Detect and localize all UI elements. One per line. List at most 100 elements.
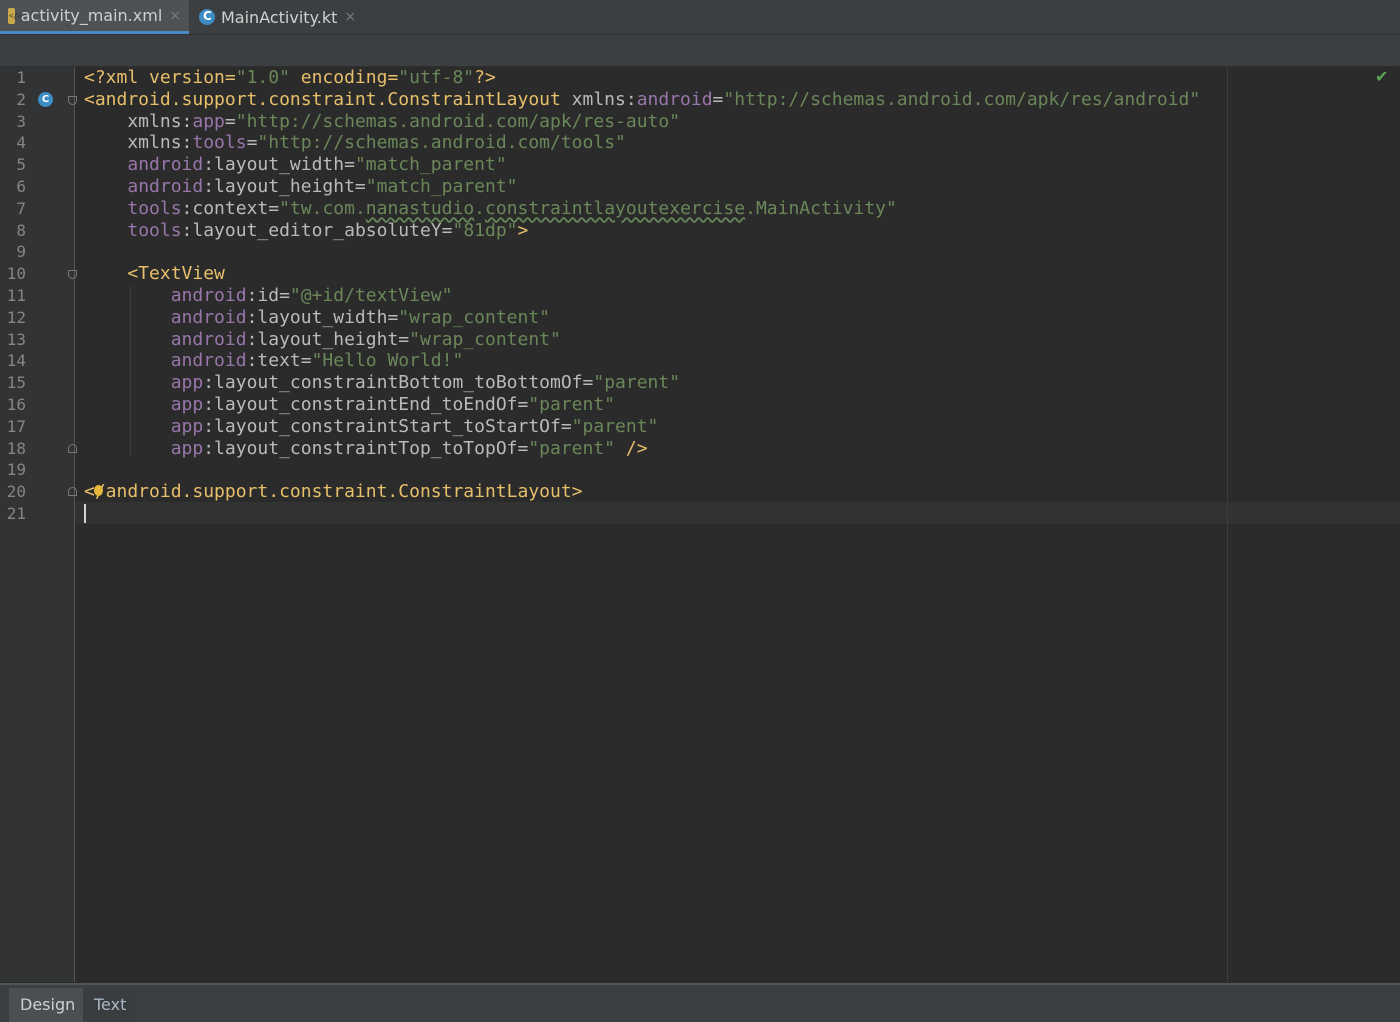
code-token: "Hello World!"	[311, 350, 464, 372]
code-token: "wrap_content"	[409, 328, 561, 350]
code-token: ?>	[474, 67, 496, 88]
close-icon[interactable]: ×	[344, 9, 356, 25]
code-line: app:layout_constraintStart_toStartOf="pa…	[84, 415, 659, 438]
code-token: :layout_editor_absoluteY=	[181, 219, 453, 241]
current-line-highlight	[75, 502, 1400, 524]
line-number: 18	[6, 438, 26, 458]
code-token: :text=	[246, 350, 312, 372]
code-token: "81dp"	[452, 219, 518, 241]
line-number: 19	[6, 460, 26, 480]
code-token: "parent"	[593, 372, 681, 394]
code-token: :layout_constraintStart_toStartOf=	[203, 415, 572, 437]
line-number: 17	[6, 416, 26, 436]
tab-main-activity-kt[interactable]: MainActivity.kt ×	[191, 0, 364, 34]
code-line: tools:layout_editor_absoluteY="81dp">	[84, 220, 528, 242]
code-line: android:layout_height="wrap_content"	[84, 329, 561, 351]
code-token: nanastudio	[365, 197, 475, 219]
class-gutter-icon[interactable]: C	[38, 92, 53, 107]
code-token: "wrap_content"	[398, 306, 550, 328]
code-token: >	[517, 219, 529, 241]
code-token: .	[474, 197, 486, 219]
code-token: "utf-8"	[398, 67, 475, 88]
right-margin-guide	[1227, 67, 1228, 982]
kotlin-class-icon	[199, 9, 215, 25]
code-token: </android.support.constraint.ConstraintL…	[84, 481, 583, 503]
code-token: "parent"	[528, 394, 616, 415]
breadcrumb-bar	[0, 35, 1400, 67]
tab-design[interactable]: Design	[9, 988, 87, 1022]
code-line: android:layout_width="match_parent"	[84, 154, 507, 176]
lightbulb-icon[interactable]	[94, 485, 103, 496]
line-number: 16	[6, 395, 26, 414]
code-token: />	[615, 437, 648, 459]
code-line: app:layout_constraintEnd_toEndOf="parent…	[84, 394, 615, 416]
code-line: xmlns:tools="http://schemas.android.com/…	[84, 132, 626, 154]
line-number: 8	[16, 220, 26, 240]
code-token: :layout_width=	[203, 154, 355, 176]
code-token: "match_parent"	[354, 154, 507, 176]
line-number: 15	[6, 373, 26, 393]
code-token: "parent"	[571, 415, 659, 437]
code-token: android	[127, 154, 204, 176]
code-line: <TextView	[84, 263, 225, 285]
code-token: tools	[127, 197, 182, 219]
code-token: android	[127, 176, 204, 197]
code-token: android	[170, 328, 247, 350]
line-number: 21	[6, 504, 26, 523]
code-token: <TextView	[84, 263, 225, 285]
line-number: 6	[16, 177, 26, 196]
code-line: <android.support.constraint.ConstraintLa…	[84, 89, 1200, 111]
xml-file-icon	[8, 7, 21, 24]
code-token: "tw.com.	[279, 197, 366, 219]
fold-end-icon[interactable]	[68, 444, 77, 453]
line-number: 11	[6, 286, 26, 305]
code-line: </android.support.constraint.ConstraintL…	[84, 481, 583, 503]
code-line: android:layout_height="match_parent"	[84, 176, 518, 198]
code-token: "http://schemas.android.com/tools"	[257, 132, 626, 154]
line-number: 20	[6, 482, 26, 502]
code-token: xmlns:	[84, 110, 193, 132]
code-token: =	[224, 110, 236, 132]
code-token: android	[170, 306, 247, 328]
line-number: 1	[16, 68, 26, 87]
text-caret	[84, 504, 86, 523]
code-token: "@+id/textView"	[289, 285, 453, 306]
code-token: :layout_width=	[246, 306, 399, 328]
code-token: app	[170, 437, 204, 459]
fold-end-icon[interactable]	[68, 487, 77, 496]
close-icon[interactable]: ×	[169, 8, 181, 24]
code-token: app	[170, 372, 204, 394]
line-number: 9	[16, 242, 26, 262]
inspection-ok-icon[interactable]: ✔	[1375, 67, 1388, 86]
fold-toggle-icon[interactable]	[68, 96, 77, 105]
code-line: android:layout_width="wrap_content"	[84, 307, 550, 329]
code-token: encoding=	[289, 67, 399, 88]
code-token: "match_parent"	[365, 176, 518, 197]
code-token: android	[170, 350, 247, 372]
tab-text[interactable]: Text	[83, 988, 138, 1022]
line-number: 12	[6, 307, 26, 327]
line-number: 14	[6, 351, 26, 371]
fold-toggle-icon[interactable]	[68, 270, 77, 279]
code-token: :context=	[181, 197, 280, 219]
tab-activity-main-xml[interactable]: activity_main.xml ×	[0, 0, 189, 34]
code-line: android:text="Hello World!"	[84, 350, 464, 372]
tab-label: MainActivity.kt	[221, 7, 338, 27]
code-token: :layout_constraintEnd_toEndOf=	[203, 394, 529, 415]
code-token: <android.support.constraint.ConstraintLa…	[84, 88, 561, 110]
code-line: <?xml version="1.0" encoding="utf-8"?>	[84, 67, 496, 89]
code-token: =	[246, 132, 258, 154]
code-token: :id=	[246, 285, 290, 306]
code-token: constraintlayoutexercise	[485, 197, 746, 219]
code-line: tools:context="tw.com.nanastudio.constra…	[84, 197, 896, 220]
code-token: app	[192, 110, 225, 132]
